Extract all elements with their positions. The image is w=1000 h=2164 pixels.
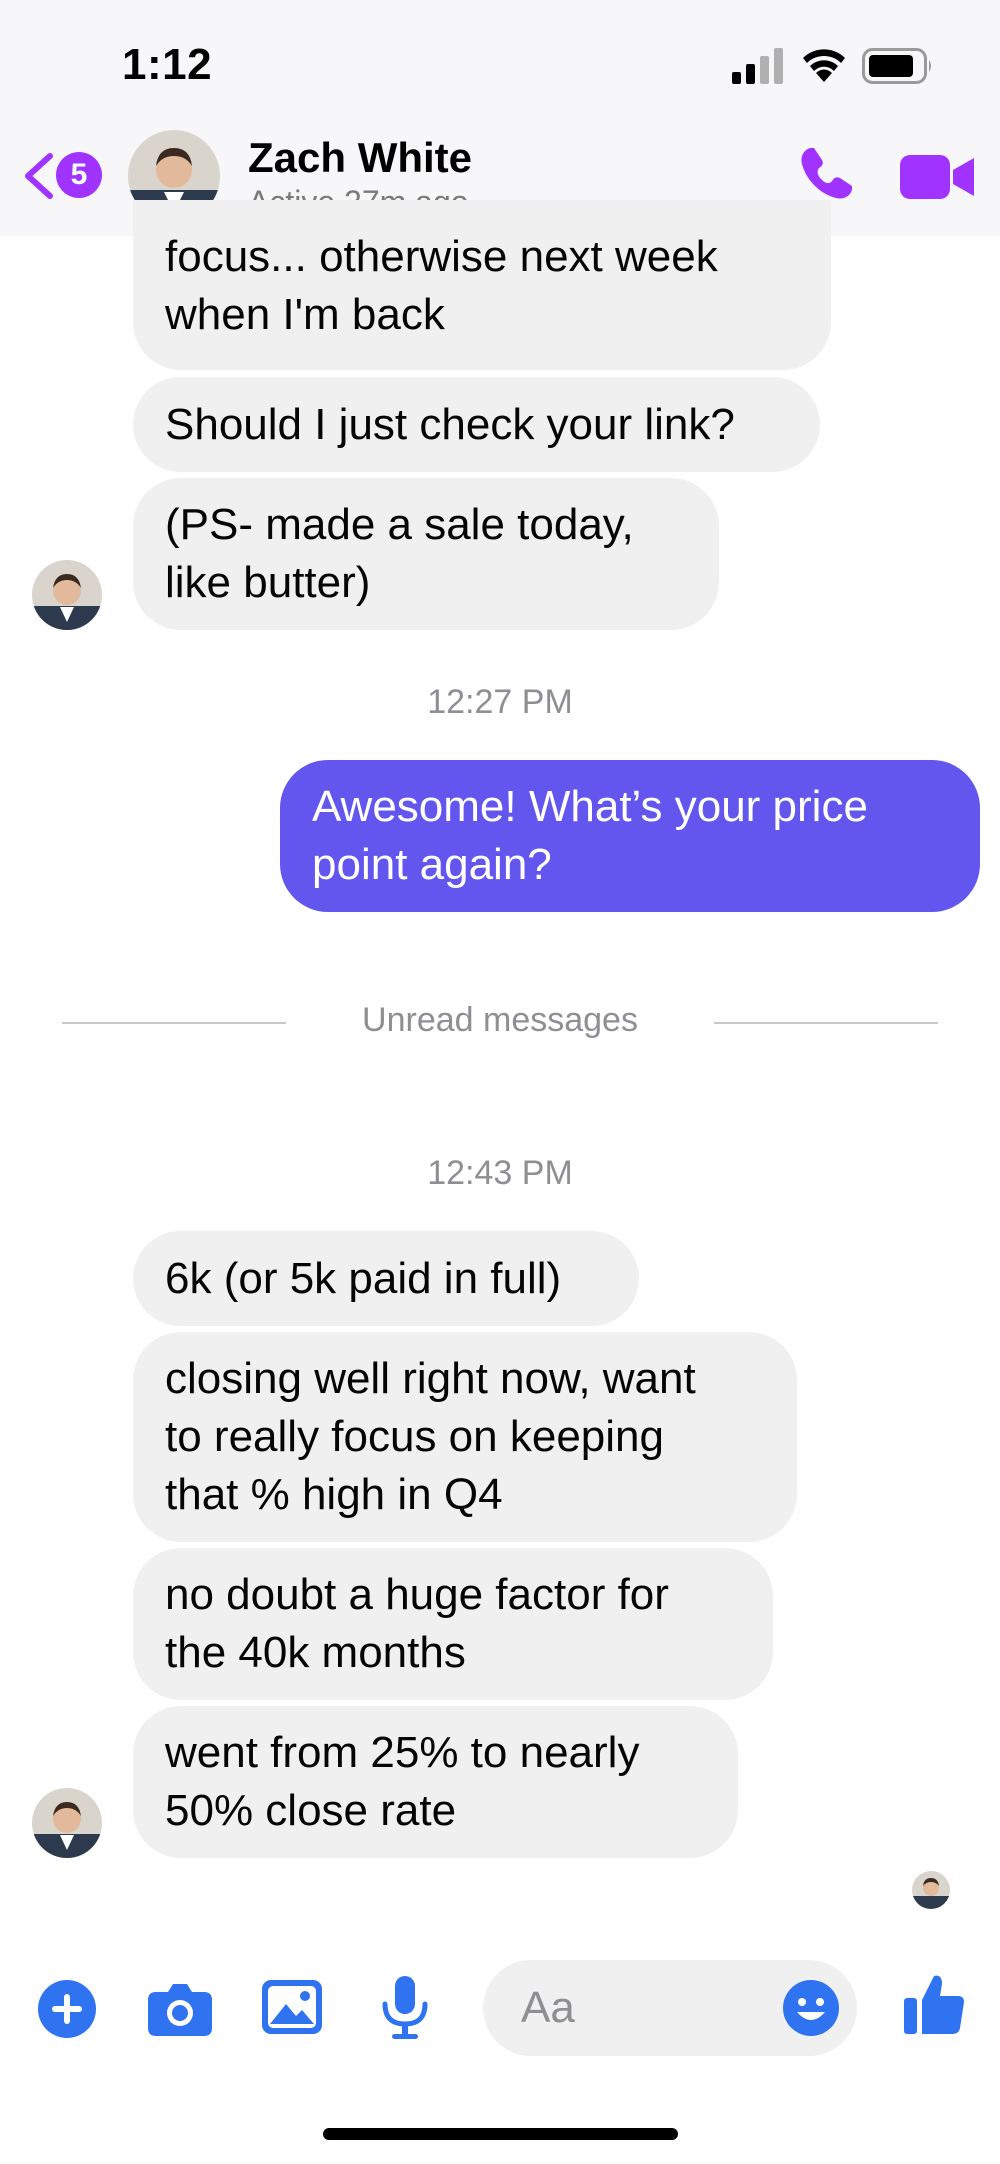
wifi-icon: [803, 49, 845, 82]
read-receipt-avatar: [912, 1871, 950, 1909]
message-bubble-outgoing[interactable]: Awesome! What’s your price point again?: [280, 760, 980, 912]
message-bubble-incoming[interactable]: no doubt a huge factor for the 40k month…: [133, 1548, 773, 1700]
sender-avatar[interactable]: [32, 560, 102, 630]
message-input[interactable]: [521, 1960, 761, 2056]
camera-icon[interactable]: [148, 1980, 212, 2036]
divider-right: [714, 1022, 938, 1024]
video-call-icon[interactable]: [900, 152, 976, 202]
message-bubble-incoming[interactable]: 6k (or 5k paid in full): [133, 1231, 639, 1326]
message-bubble-incoming[interactable]: went from 25% to nearly 50% close rate: [133, 1706, 738, 1858]
unread-count-badge: 5: [56, 152, 102, 198]
message-timestamp: 12:43 PM: [427, 1154, 573, 1192]
status-time: 1:12: [122, 40, 213, 89]
message-text-field[interactable]: [483, 1960, 857, 2056]
sender-avatar[interactable]: [32, 1788, 102, 1858]
contact-name[interactable]: Zach White: [248, 134, 472, 182]
microphone-icon[interactable]: [380, 1976, 430, 2040]
message-bubble-incoming[interactable]: focus... otherwise next week when I'm ba…: [133, 200, 831, 370]
plus-icon[interactable]: [38, 1980, 96, 2038]
battery-icon: [862, 48, 931, 84]
message-timestamp: 12:27 PM: [427, 683, 573, 721]
phone-call-icon[interactable]: [796, 144, 856, 204]
message-bubble-incoming[interactable]: closing well right now, want to really f…: [133, 1332, 797, 1542]
cellular-signal-icon: [732, 48, 783, 84]
gallery-icon[interactable]: [262, 1980, 322, 2034]
message-composer: [0, 1950, 1000, 2060]
status-bar: 1:12: [0, 0, 1000, 135]
back-button[interactable]: 5: [20, 146, 108, 206]
message-bubble-incoming[interactable]: (PS- made a sale today, like butter): [133, 478, 719, 630]
chevron-left-icon: [25, 153, 53, 199]
unread-messages-divider: Unread messages: [362, 1001, 638, 1039]
message-bubble-incoming[interactable]: Should I just check your link?: [133, 377, 820, 472]
home-indicator[interactable]: [323, 2128, 678, 2140]
emoji-icon[interactable]: [783, 1980, 839, 2036]
thumbs-up-icon[interactable]: [904, 1972, 964, 2034]
